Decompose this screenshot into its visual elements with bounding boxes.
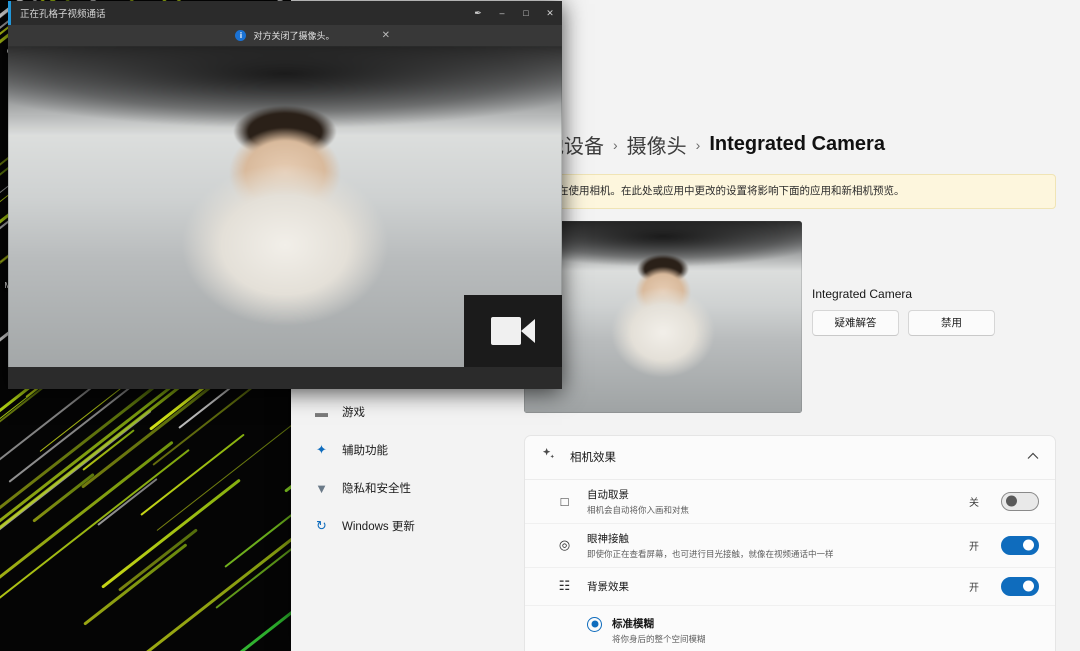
effect-toggle-background-effects[interactable]: [1001, 577, 1039, 596]
camera-effects-card: 相机效果 □ 自动取景相机会自动将你入画和对焦 关 ◎ 眼神接触即使你正在查看屏幕，也可…: [524, 435, 1056, 651]
sidebar-item-accessibility[interactable]: ✦ 辅助功能: [291, 431, 500, 469]
effect-title: 自动取景: [587, 487, 956, 502]
radio-label: 标准模糊: [612, 616, 706, 631]
sparkle-icon: [541, 447, 556, 467]
effect-description: 相机会自动将你入画和对焦: [587, 504, 956, 516]
camera-effects-rows: □ 自动取景相机会自动将你入画和对焦 关 ◎ 眼神接触即使你正在查看屏幕，也可进行目光接…: [525, 480, 1055, 606]
camera-effects-header[interactable]: 相机效果: [525, 436, 1055, 480]
effect-toggle-automatic-framing[interactable]: [1001, 492, 1039, 511]
sidebar-item-privacy-and-security[interactable]: ▼ 隐私和安全性: [291, 469, 500, 507]
effect-description: 即使你正在查看屏幕，也可进行目光接触，就像在视频通话中一样: [587, 548, 956, 560]
sidebar-item-windows-update[interactable]: ↻ Windows 更新: [291, 507, 500, 545]
chevron-right-icon-2: ›: [696, 137, 701, 153]
pin-button[interactable]: ✒: [466, 1, 490, 25]
sidebar-item-label: 隐私和安全性: [342, 480, 411, 496]
eye-contact-icon: ◎: [555, 536, 574, 555]
gaming-icon: ▬: [313, 404, 330, 421]
breadcrumb: 其他设备 › 摄像头 › Integrated Camera: [524, 130, 1056, 159]
notice-close-icon[interactable]: ✕: [382, 30, 390, 41]
effect-state-label: 关: [969, 494, 979, 509]
video-call-window: 正在孔格子视频通话 ✒ – □ ✕ i 对方关闭了摄像头。 ✕: [8, 1, 562, 389]
call-close-button[interactable]: ✕: [538, 1, 562, 25]
background-effect-options: 标准模糊将你身后的整个空间模糊肖像模糊: [525, 606, 1055, 651]
self-video-tile[interactable]: [464, 295, 562, 367]
windows-update-icon: ↻: [313, 518, 330, 535]
sidebar-item-gaming[interactable]: ▬ 游戏: [291, 393, 500, 431]
privacy-and-security-icon: ▼: [313, 480, 330, 497]
camera-in-use-warning: 用正在使用相机。在此处或应用中更改的设置将影响下面的应用和新相机预览。: [524, 174, 1056, 209]
call-titlebar: 正在孔格子视频通话 ✒ – □ ✕: [8, 1, 562, 25]
radio-standard-blur[interactable]: 标准模糊将你身后的整个空间模糊: [587, 616, 1039, 645]
effect-state-label: 开: [969, 538, 979, 553]
camera-preview-row: Integrated Camera 疑难解答 禁用: [524, 221, 1056, 413]
radio-indicator[interactable]: [587, 617, 602, 632]
info-icon: i: [235, 30, 246, 41]
camera-info: Integrated Camera 疑难解答 禁用: [812, 221, 995, 413]
troubleshoot-button[interactable]: 疑难解答: [812, 310, 899, 336]
background-effects-icon: ☷: [555, 577, 574, 596]
camera-preview: [524, 221, 802, 413]
video-camera-icon: [491, 317, 535, 345]
sidebar-item-label: 游戏: [342, 404, 365, 420]
sidebar-item-label: Windows 更新: [342, 518, 415, 534]
effect-state-label: 开: [969, 579, 979, 594]
call-window-title: 正在孔格子视频通话: [11, 6, 466, 20]
sidebar-item-label: 辅助功能: [342, 442, 388, 458]
disable-camera-button[interactable]: 禁用: [908, 310, 995, 336]
call-maximize-button[interactable]: □: [514, 1, 538, 25]
call-minimize-button[interactable]: –: [490, 1, 514, 25]
breadcrumb-cameras[interactable]: 摄像头: [627, 130, 687, 159]
effect-row-background-effects[interactable]: ☷ 背景效果开: [525, 568, 1055, 606]
settings-content: 其他设备 › 摄像头 › Integrated Camera 用正在使用相机。在…: [500, 0, 1080, 651]
camera-effects-title: 相机效果: [570, 449, 1013, 465]
call-notification-bar: i 对方关闭了摄像头。 ✕: [8, 25, 562, 46]
effect-title: 眼神接触: [587, 531, 956, 546]
chevron-up-icon[interactable]: [1027, 452, 1039, 463]
effect-row-eye-contact[interactable]: ◎ 眼神接触即使你正在查看屏幕，也可进行目光接触，就像在视频通话中一样 开: [525, 524, 1055, 568]
call-notice-text: 对方关闭了摄像头。: [253, 29, 334, 42]
camera-name: Integrated Camera: [812, 287, 995, 301]
breadcrumb-current: Integrated Camera: [709, 133, 885, 156]
warning-text: 用正在使用相机。在此处或应用中更改的设置将影响下面的应用和新相机预览。: [537, 185, 905, 197]
call-video-area: [8, 46, 562, 389]
call-video-bottom-bar: [8, 367, 562, 389]
automatic-framing-icon: □: [555, 492, 574, 511]
radio-description: 将你身后的整个空间模糊: [612, 633, 706, 645]
chevron-right-icon: ›: [613, 137, 618, 153]
effect-row-automatic-framing[interactable]: □ 自动取景相机会自动将你入画和对焦 关: [525, 480, 1055, 524]
effect-title: 背景效果: [587, 579, 956, 594]
preview-video-frame: [524, 221, 802, 413]
accessibility-icon: ✦: [313, 442, 330, 459]
effect-toggle-eye-contact[interactable]: [1001, 536, 1039, 555]
